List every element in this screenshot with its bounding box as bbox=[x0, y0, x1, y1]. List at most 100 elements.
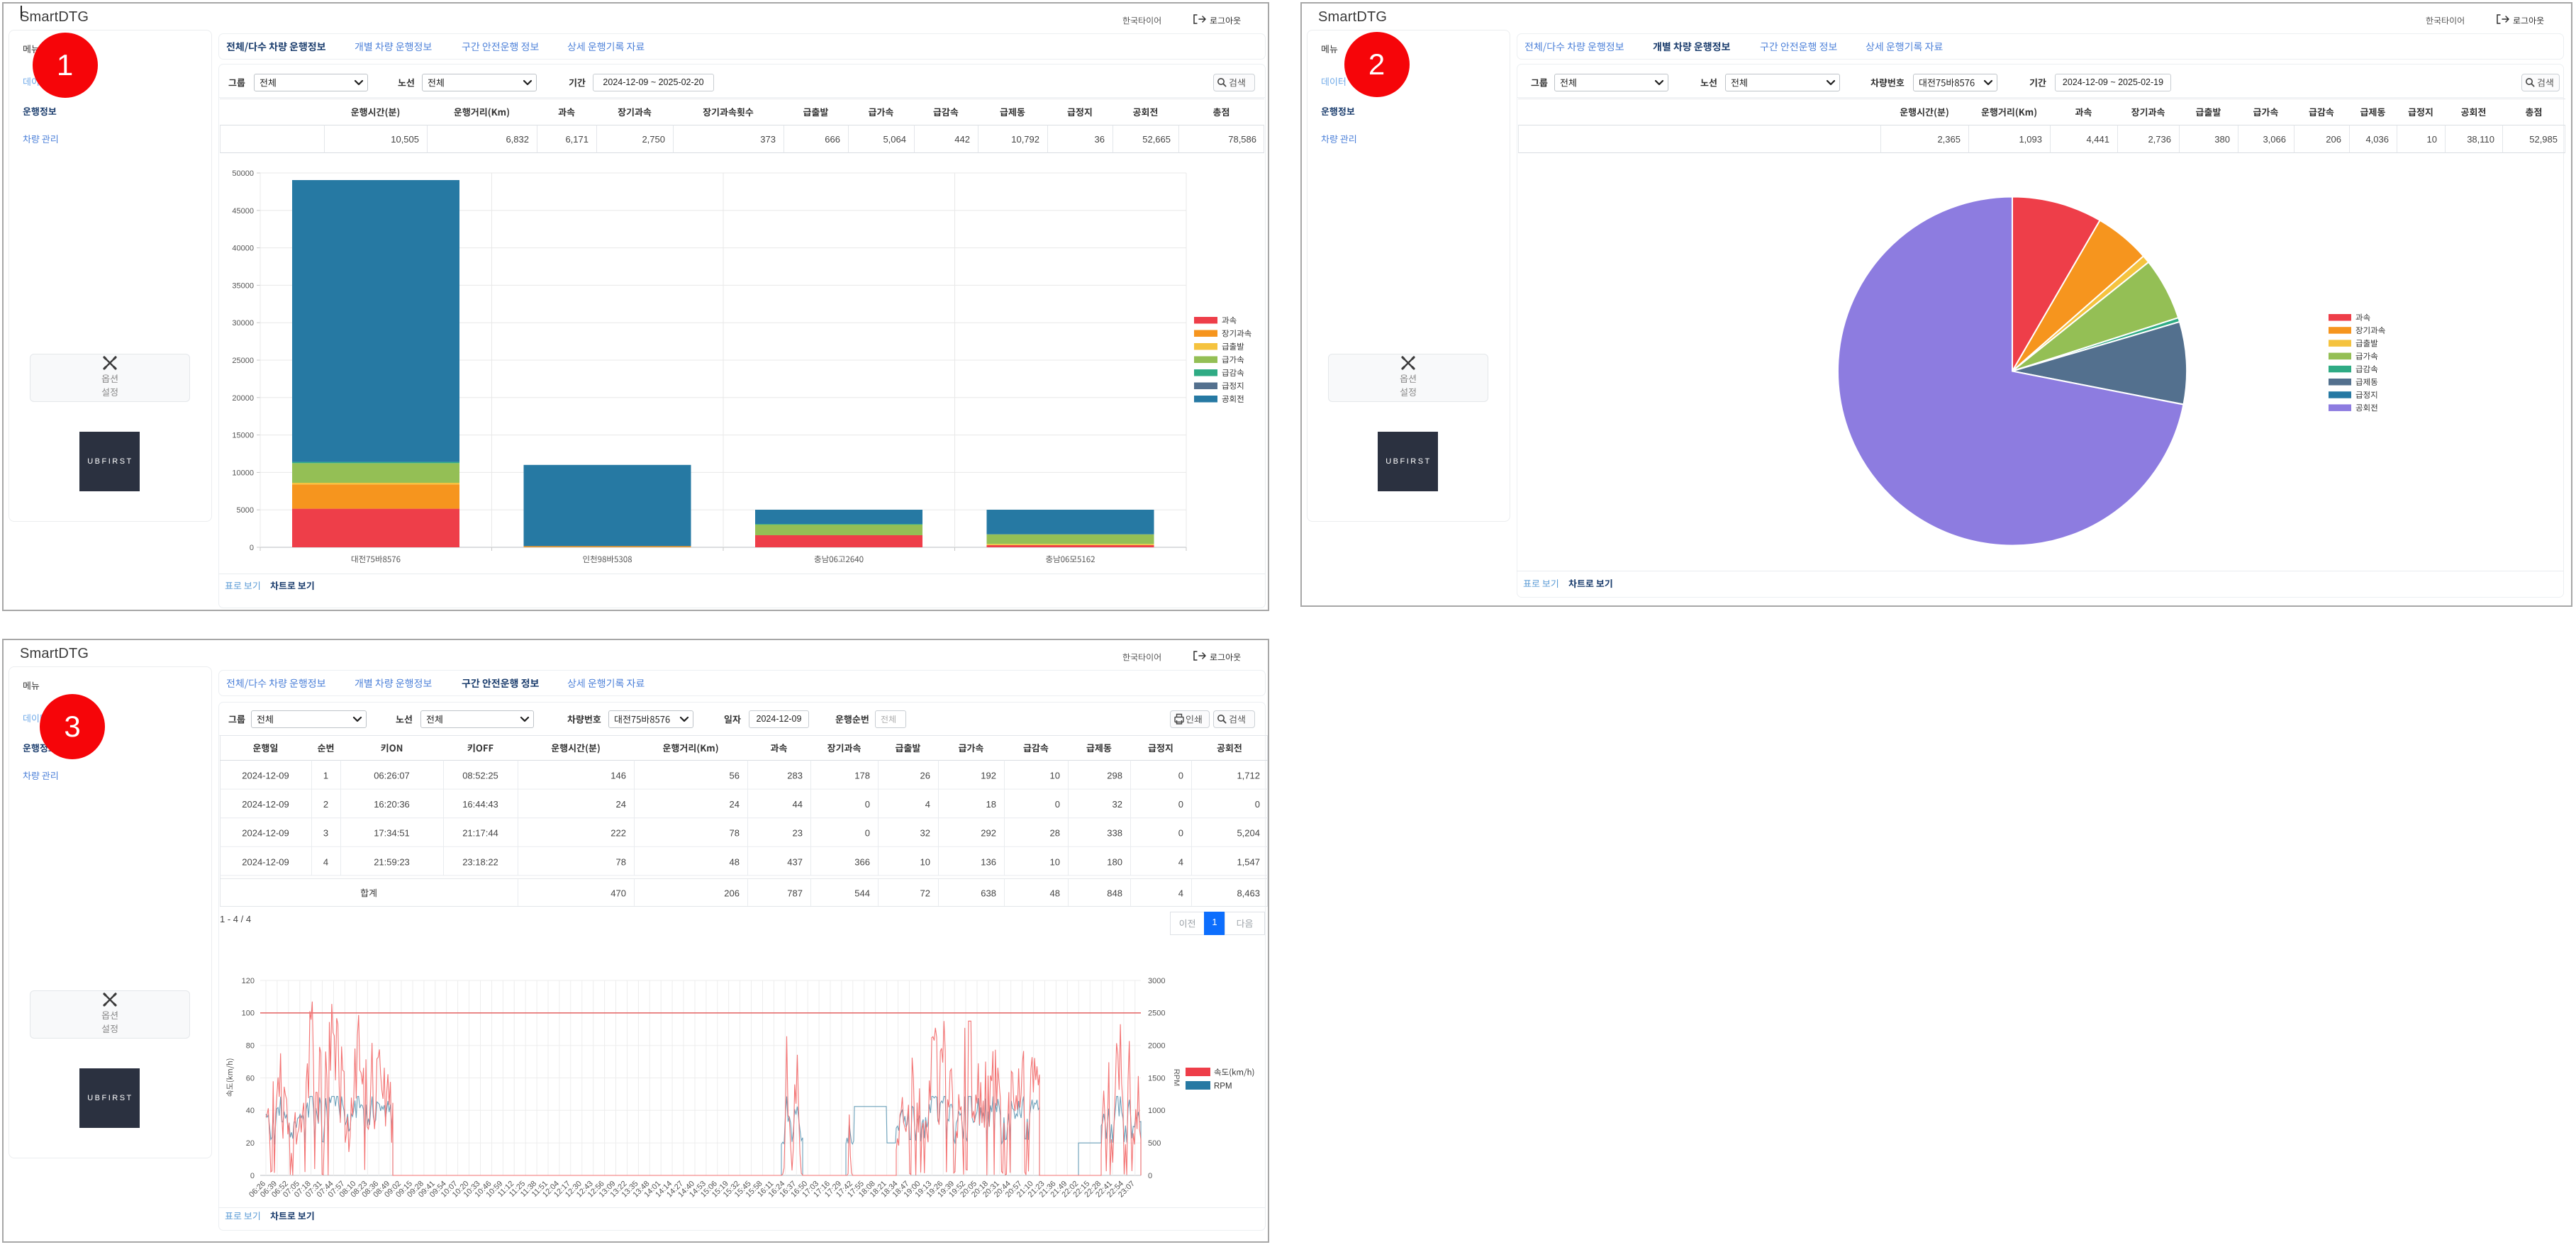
svg-text:10: 10 bbox=[2427, 134, 2437, 145]
svg-text:06:26:07: 06:26:07 bbox=[374, 771, 410, 781]
svg-text:5,064: 5,064 bbox=[883, 134, 906, 145]
svg-text:120: 120 bbox=[242, 977, 255, 985]
svg-text:1500: 1500 bbox=[1148, 1074, 1165, 1083]
svg-text:4: 4 bbox=[323, 856, 328, 867]
svg-text:2,750: 2,750 bbox=[642, 134, 665, 145]
svg-text:5000: 5000 bbox=[237, 506, 254, 515]
svg-text:373: 373 bbox=[760, 134, 776, 145]
svg-text:2024-12-09: 2024-12-09 bbox=[242, 828, 289, 839]
svg-text:3: 3 bbox=[323, 828, 328, 839]
svg-text:206: 206 bbox=[2326, 134, 2341, 145]
svg-text:1: 1 bbox=[323, 771, 328, 781]
svg-text:6,832: 6,832 bbox=[506, 134, 529, 145]
svg-text:10: 10 bbox=[920, 856, 930, 867]
svg-text:4: 4 bbox=[1178, 888, 1183, 898]
svg-text:08:52:25: 08:52:25 bbox=[462, 771, 498, 781]
svg-text:40000: 40000 bbox=[232, 245, 254, 253]
svg-text:638: 638 bbox=[981, 888, 996, 898]
svg-text:338: 338 bbox=[1107, 828, 1122, 839]
svg-text:25000: 25000 bbox=[232, 357, 254, 365]
svg-text:24: 24 bbox=[730, 799, 740, 810]
svg-text:437: 437 bbox=[787, 856, 803, 867]
svg-text:146: 146 bbox=[610, 771, 626, 781]
svg-text:56: 56 bbox=[730, 771, 740, 781]
svg-text:2000: 2000 bbox=[1148, 1042, 1165, 1051]
svg-text:298: 298 bbox=[1107, 771, 1122, 781]
svg-text:RPM: RPM bbox=[1172, 1069, 1181, 1086]
svg-text:32: 32 bbox=[1113, 799, 1122, 810]
svg-text:2024-12-09: 2024-12-09 bbox=[242, 856, 289, 867]
svg-text:4: 4 bbox=[1178, 856, 1183, 867]
svg-text:0: 0 bbox=[1178, 771, 1183, 781]
svg-text:0: 0 bbox=[1055, 799, 1060, 810]
svg-text:40: 40 bbox=[246, 1107, 255, 1115]
svg-text:78: 78 bbox=[730, 828, 740, 839]
svg-text:366: 366 bbox=[854, 856, 870, 867]
svg-text:848: 848 bbox=[1107, 888, 1122, 898]
svg-text:178: 178 bbox=[854, 771, 870, 781]
svg-text:4,441: 4,441 bbox=[2086, 134, 2109, 145]
svg-text:4,036: 4,036 bbox=[2365, 134, 2389, 145]
svg-text:292: 292 bbox=[981, 828, 996, 839]
svg-text:16:44:43: 16:44:43 bbox=[462, 799, 498, 810]
svg-text:2024-12-09: 2024-12-09 bbox=[242, 799, 289, 810]
svg-text:500: 500 bbox=[1148, 1139, 1161, 1148]
svg-text:48: 48 bbox=[1050, 888, 1060, 898]
svg-text:36: 36 bbox=[1095, 134, 1105, 145]
svg-text:442: 442 bbox=[954, 134, 970, 145]
svg-text:283: 283 bbox=[787, 771, 803, 781]
svg-text:2: 2 bbox=[323, 799, 328, 810]
svg-text:787: 787 bbox=[787, 888, 803, 898]
svg-text:3000: 3000 bbox=[1148, 977, 1165, 985]
svg-text:23:18:22: 23:18:22 bbox=[462, 856, 498, 867]
svg-text:80: 80 bbox=[246, 1042, 255, 1051]
svg-text:1,093: 1,093 bbox=[2019, 134, 2042, 145]
svg-text:18: 18 bbox=[986, 799, 996, 810]
svg-text:0: 0 bbox=[865, 828, 870, 839]
svg-text:78,586: 78,586 bbox=[1228, 134, 1256, 145]
svg-text:206: 206 bbox=[724, 888, 740, 898]
svg-text:0: 0 bbox=[1178, 799, 1183, 810]
svg-text:78: 78 bbox=[616, 856, 626, 867]
svg-text:52,985: 52,985 bbox=[2529, 134, 2558, 145]
svg-text:24: 24 bbox=[616, 799, 626, 810]
svg-text:0: 0 bbox=[1178, 828, 1183, 839]
svg-text:2500: 2500 bbox=[1148, 1010, 1165, 1018]
svg-text:44: 44 bbox=[793, 799, 803, 810]
svg-text:72: 72 bbox=[920, 888, 930, 898]
svg-text:136: 136 bbox=[981, 856, 996, 867]
svg-text:16:20:36: 16:20:36 bbox=[374, 799, 410, 810]
svg-text:10,505: 10,505 bbox=[391, 134, 419, 145]
svg-text:0: 0 bbox=[1255, 799, 1260, 810]
svg-text:1,547: 1,547 bbox=[1237, 856, 1260, 867]
svg-text:30000: 30000 bbox=[232, 319, 254, 328]
svg-text:10: 10 bbox=[1050, 856, 1060, 867]
svg-text:28: 28 bbox=[1050, 828, 1060, 839]
svg-text:50000: 50000 bbox=[232, 169, 254, 178]
svg-text:666: 666 bbox=[825, 134, 840, 145]
svg-text:6,171: 6,171 bbox=[565, 134, 589, 145]
svg-text:0: 0 bbox=[250, 544, 254, 552]
svg-text:2024-12-09: 2024-12-09 bbox=[242, 771, 289, 781]
svg-text:380: 380 bbox=[2214, 134, 2230, 145]
svg-text:26: 26 bbox=[920, 771, 930, 781]
svg-text:20: 20 bbox=[246, 1139, 255, 1148]
svg-text:45000: 45000 bbox=[232, 207, 254, 216]
svg-text:21:59:23: 21:59:23 bbox=[374, 856, 410, 867]
svg-text:180: 180 bbox=[1107, 856, 1122, 867]
svg-text:5,204: 5,204 bbox=[1237, 828, 1260, 839]
svg-text:2,365: 2,365 bbox=[1937, 134, 1961, 145]
svg-text:32: 32 bbox=[920, 828, 930, 839]
svg-text:3,066: 3,066 bbox=[2263, 134, 2286, 145]
svg-text:52,665: 52,665 bbox=[1142, 134, 1171, 145]
svg-text:60: 60 bbox=[246, 1074, 255, 1083]
svg-text:10000: 10000 bbox=[232, 469, 254, 477]
svg-text:10: 10 bbox=[1050, 771, 1060, 781]
svg-text:15000: 15000 bbox=[232, 432, 254, 440]
svg-text:0: 0 bbox=[1148, 1172, 1152, 1180]
svg-text:470: 470 bbox=[610, 888, 626, 898]
svg-text:10,792: 10,792 bbox=[1011, 134, 1039, 145]
svg-text:544: 544 bbox=[854, 888, 870, 898]
svg-text:1,712: 1,712 bbox=[1237, 771, 1260, 781]
svg-text:1000: 1000 bbox=[1148, 1107, 1165, 1115]
